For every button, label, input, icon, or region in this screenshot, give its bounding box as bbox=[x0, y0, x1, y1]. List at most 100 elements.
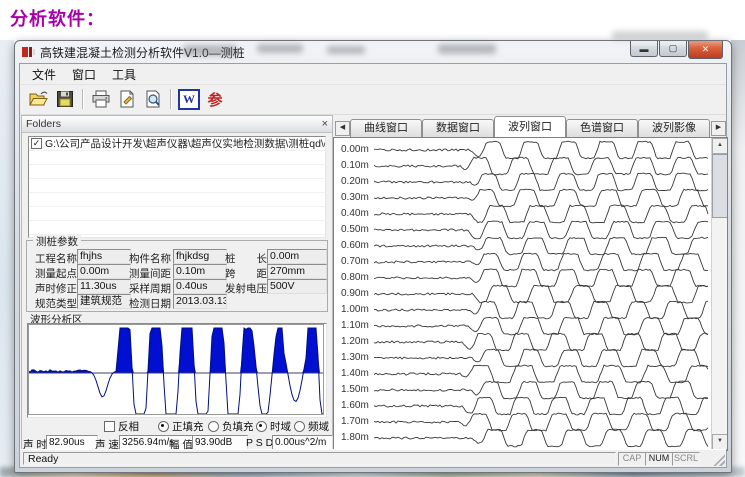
radio-label: 正填充 bbox=[172, 419, 204, 434]
status-message: Ready bbox=[23, 452, 616, 465]
left-dock-panel: Folders × ✓G:\公司产品设计开发\超声仪器\超声仪实地检测数据\测桩… bbox=[21, 115, 333, 453]
fill-radio-负填充[interactable]: 负填充 bbox=[208, 419, 254, 434]
param-label: 采样周期 bbox=[129, 281, 171, 296]
param-value-field[interactable]: 11.30us bbox=[77, 279, 131, 294]
tab-曲线窗口[interactable]: 曲线窗口 bbox=[350, 119, 422, 137]
param-value-field[interactable]: 500V bbox=[267, 279, 327, 294]
print-preview-button[interactable] bbox=[140, 87, 166, 111]
status-indicator-cap: CAP bbox=[618, 452, 646, 466]
blurred-text bbox=[438, 44, 496, 54]
tab-scroll-right-icon[interactable]: ▶ bbox=[711, 121, 726, 136]
depth-label: 1.70m bbox=[341, 416, 373, 427]
wave-list-panel: ◀ 曲线窗口数据窗口波列窗口色谱窗口波列影像 ▶ 0.00m0.10m0.20m… bbox=[333, 115, 728, 451]
scroll-up-icon[interactable]: ▲ bbox=[712, 138, 728, 154]
checkbox-checked-icon[interactable]: ✓ bbox=[31, 138, 42, 149]
tab-scroll-left-icon[interactable]: ◀ bbox=[335, 121, 350, 136]
param-value-field[interactable]: 0.40us bbox=[173, 279, 227, 294]
radio-icon[interactable] bbox=[208, 421, 219, 432]
radio-icon[interactable] bbox=[158, 421, 169, 432]
domain-radio-频域[interactable]: 频域 bbox=[294, 419, 329, 434]
page-magnifier-icon bbox=[144, 90, 162, 108]
param-label: 跨 距 bbox=[225, 266, 267, 281]
toolbar: W 参 bbox=[20, 84, 726, 115]
title-bar[interactable]: 高铁建混凝土检测分析软件V1.0—测桩 ▬ ▢ ✕ bbox=[15, 41, 731, 63]
param-value-field[interactable]: 270mm bbox=[267, 264, 327, 279]
save-button[interactable] bbox=[52, 87, 78, 111]
tab-strip: ◀ 曲线窗口数据窗口波列窗口色谱窗口波列影像 ▶ bbox=[333, 115, 728, 137]
param-label: 桩 长 bbox=[225, 251, 267, 266]
param-value-field[interactable]: fhjhs bbox=[77, 249, 131, 264]
param-value-field[interactable]: 0.10m bbox=[173, 264, 227, 279]
depth-label: 1.80m bbox=[341, 432, 373, 443]
param-value-field[interactable]: 建筑规范 bbox=[77, 294, 131, 309]
depth-label: 0.00m bbox=[341, 144, 373, 155]
radio-icon[interactable] bbox=[256, 421, 267, 432]
vertical-scrollbar[interactable]: ▲ ▼ bbox=[711, 138, 727, 450]
wave-list-view[interactable]: 0.00m0.10m0.20m0.30m0.40m0.50m0.60m0.70m… bbox=[333, 137, 728, 451]
parameter-button[interactable]: 参 bbox=[202, 87, 228, 111]
readout-value-field[interactable]: 93.90dB bbox=[192, 435, 248, 450]
depth-label: 0.80m bbox=[341, 272, 373, 283]
depth-label: 0.30m bbox=[341, 192, 373, 203]
radio-label: 负填充 bbox=[222, 419, 254, 434]
param-label: 构件名称 bbox=[129, 251, 171, 266]
param-value-field[interactable]: fhjkdsg bbox=[173, 249, 227, 264]
param-label: 测量起点 bbox=[35, 266, 77, 281]
menu-item-0[interactable]: 文件 bbox=[24, 64, 64, 85]
depth-label: 1.60m bbox=[341, 400, 373, 411]
print-button[interactable] bbox=[88, 87, 114, 111]
app-icon bbox=[22, 46, 35, 58]
radio-icon[interactable] bbox=[294, 421, 305, 432]
resize-grip[interactable] bbox=[712, 453, 725, 466]
desktop-background-right bbox=[731, 40, 745, 477]
list-row bbox=[29, 221, 325, 235]
menu-bar: 文件窗口工具 bbox=[20, 64, 726, 85]
tab-数据窗口[interactable]: 数据窗口 bbox=[422, 119, 494, 137]
close-button[interactable]: ✕ bbox=[688, 41, 723, 59]
export-word-button[interactable]: W bbox=[176, 87, 202, 111]
wave-analysis-plot[interactable] bbox=[27, 323, 327, 418]
param-label: 检测日期 bbox=[129, 296, 171, 311]
depth-label: 0.90m bbox=[341, 288, 373, 299]
invert-option[interactable]: 反相 bbox=[104, 419, 139, 434]
depth-label: 0.60m bbox=[341, 240, 373, 251]
param-char-icon: 参 bbox=[207, 89, 222, 110]
tab-波列影像[interactable]: 波列影像 bbox=[638, 119, 710, 137]
open-file-button[interactable] bbox=[26, 87, 52, 111]
radio-label: 频域 bbox=[308, 419, 329, 434]
menu-item-1[interactable]: 窗口 bbox=[64, 64, 104, 85]
maximize-button[interactable]: ▢ bbox=[659, 41, 687, 57]
blurred-text bbox=[257, 44, 303, 53]
param-label: 工程名称 bbox=[35, 251, 77, 266]
invert-label: 反相 bbox=[118, 419, 139, 434]
tab-色谱窗口[interactable]: 色谱窗口 bbox=[566, 119, 638, 137]
fill-radio-正填充[interactable]: 正填充 bbox=[158, 419, 204, 434]
folder-item[interactable]: ✓G:\公司产品设计开发\超声仪器\超声仪实地检测数据\测桩qd\qd03\qd… bbox=[29, 137, 325, 151]
minimize-button[interactable]: ▬ bbox=[630, 41, 658, 57]
domain-radio-时域[interactable]: 时域 bbox=[256, 419, 291, 434]
readout-value-field[interactable]: 82.90us bbox=[46, 435, 98, 450]
list-row bbox=[29, 165, 325, 179]
invert-checkbox[interactable] bbox=[104, 421, 115, 432]
list-row bbox=[29, 179, 325, 193]
readout-value-field[interactable]: 0.00us^2/m bbox=[272, 435, 333, 450]
status-indicator-scrl: SCRL bbox=[672, 452, 700, 466]
panel-close-icon[interactable]: × bbox=[322, 119, 328, 129]
pile-params-group: 测桩参数 工程名称fhjhs构件名称fhjkdsg桩 长0.00m测量起点0.0… bbox=[26, 240, 328, 312]
param-value-field[interactable]: 2013.03.13 bbox=[173, 294, 227, 309]
depth-label: 1.50m bbox=[341, 384, 373, 395]
folders-caption[interactable]: Folders × bbox=[22, 116, 332, 133]
folders-list[interactable]: ✓G:\公司产品设计开发\超声仪器\超声仪实地检测数据\测桩qd\qd03\qd… bbox=[28, 136, 326, 238]
depth-label: 0.50m bbox=[341, 224, 373, 235]
page-setup-button[interactable] bbox=[114, 87, 140, 111]
param-label: 发射电压 bbox=[225, 281, 267, 296]
param-value-field[interactable]: 0.00m bbox=[267, 249, 327, 264]
tab-波列窗口[interactable]: 波列窗口 bbox=[494, 116, 566, 137]
menu-item-2[interactable]: 工具 bbox=[104, 64, 144, 85]
blurred-text bbox=[183, 45, 237, 56]
list-row bbox=[29, 207, 325, 221]
scrollbar-thumb[interactable] bbox=[712, 154, 728, 218]
param-value-field[interactable]: 0.00m bbox=[77, 264, 131, 279]
scroll-down-icon[interactable]: ▼ bbox=[712, 434, 728, 450]
page-tool-icon bbox=[118, 90, 136, 108]
